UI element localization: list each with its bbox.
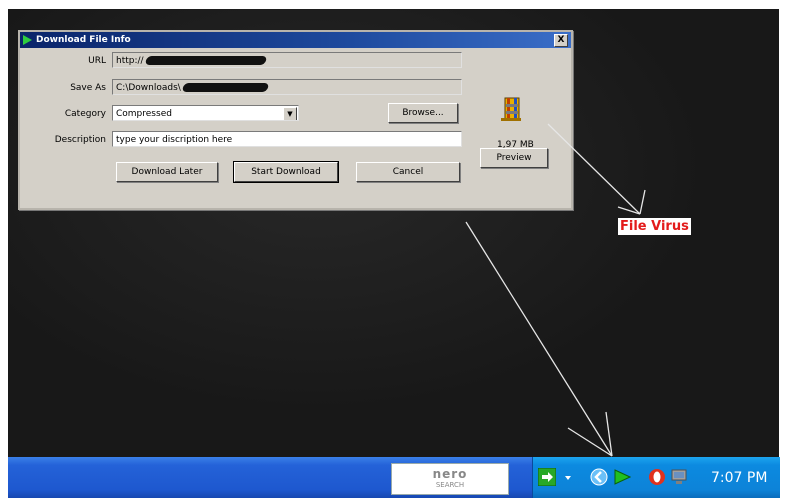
dropdown-small-icon[interactable] bbox=[563, 468, 573, 486]
url-value: http:// bbox=[116, 56, 144, 66]
taskbar: nero SEARCH 7:07 PM bbox=[8, 457, 780, 498]
url-label: URL bbox=[88, 56, 106, 66]
category-value: Compressed bbox=[116, 109, 172, 119]
save-as-label: Save As bbox=[70, 83, 106, 93]
preview-button[interactable]: Preview bbox=[480, 148, 548, 168]
nero-logo: nero bbox=[432, 467, 468, 481]
description-label: Description bbox=[54, 135, 106, 145]
network-arrow-icon[interactable] bbox=[538, 468, 556, 486]
nero-search-box[interactable]: nero SEARCH bbox=[391, 463, 509, 495]
dialog-title: Download File Info bbox=[36, 35, 131, 45]
cancel-button[interactable]: Cancel bbox=[356, 162, 460, 182]
download-file-info-dialog: Download File Info X URL http:// Save As… bbox=[18, 30, 573, 210]
url-field[interactable]: http:// bbox=[112, 52, 462, 68]
description-field[interactable]: type your discription here bbox=[112, 131, 462, 147]
file-virus-annotation: File Virus bbox=[618, 218, 691, 235]
nero-search-label: SEARCH bbox=[435, 481, 465, 489]
dialog-titlebar[interactable]: Download File Info X bbox=[20, 32, 571, 48]
start-download-button[interactable]: Start Download bbox=[233, 161, 339, 183]
flashget-icon bbox=[23, 35, 32, 45]
download-later-button[interactable]: Download Later bbox=[116, 162, 218, 182]
archive-file-icon bbox=[501, 97, 521, 121]
monitor-icon[interactable] bbox=[670, 468, 688, 486]
browse-button[interactable]: Browse... bbox=[388, 103, 458, 123]
category-label: Category bbox=[64, 109, 106, 119]
category-select[interactable]: Compressed ▼ bbox=[112, 105, 299, 121]
opera-icon[interactable] bbox=[648, 468, 666, 486]
save-as-value: C:\Downloads\ bbox=[116, 83, 181, 93]
close-button[interactable]: X bbox=[554, 34, 568, 47]
file-size-text: 1,97 MB bbox=[497, 140, 534, 150]
chevron-left-icon[interactable] bbox=[590, 468, 608, 486]
flashget-icon[interactable] bbox=[613, 468, 631, 486]
redacted-scribble bbox=[144, 56, 267, 65]
clock[interactable]: 7:07 PM bbox=[711, 470, 767, 486]
redacted-scribble bbox=[181, 83, 270, 92]
save-as-field[interactable]: C:\Downloads\ bbox=[112, 79, 462, 95]
chevron-down-icon[interactable]: ▼ bbox=[283, 107, 297, 120]
